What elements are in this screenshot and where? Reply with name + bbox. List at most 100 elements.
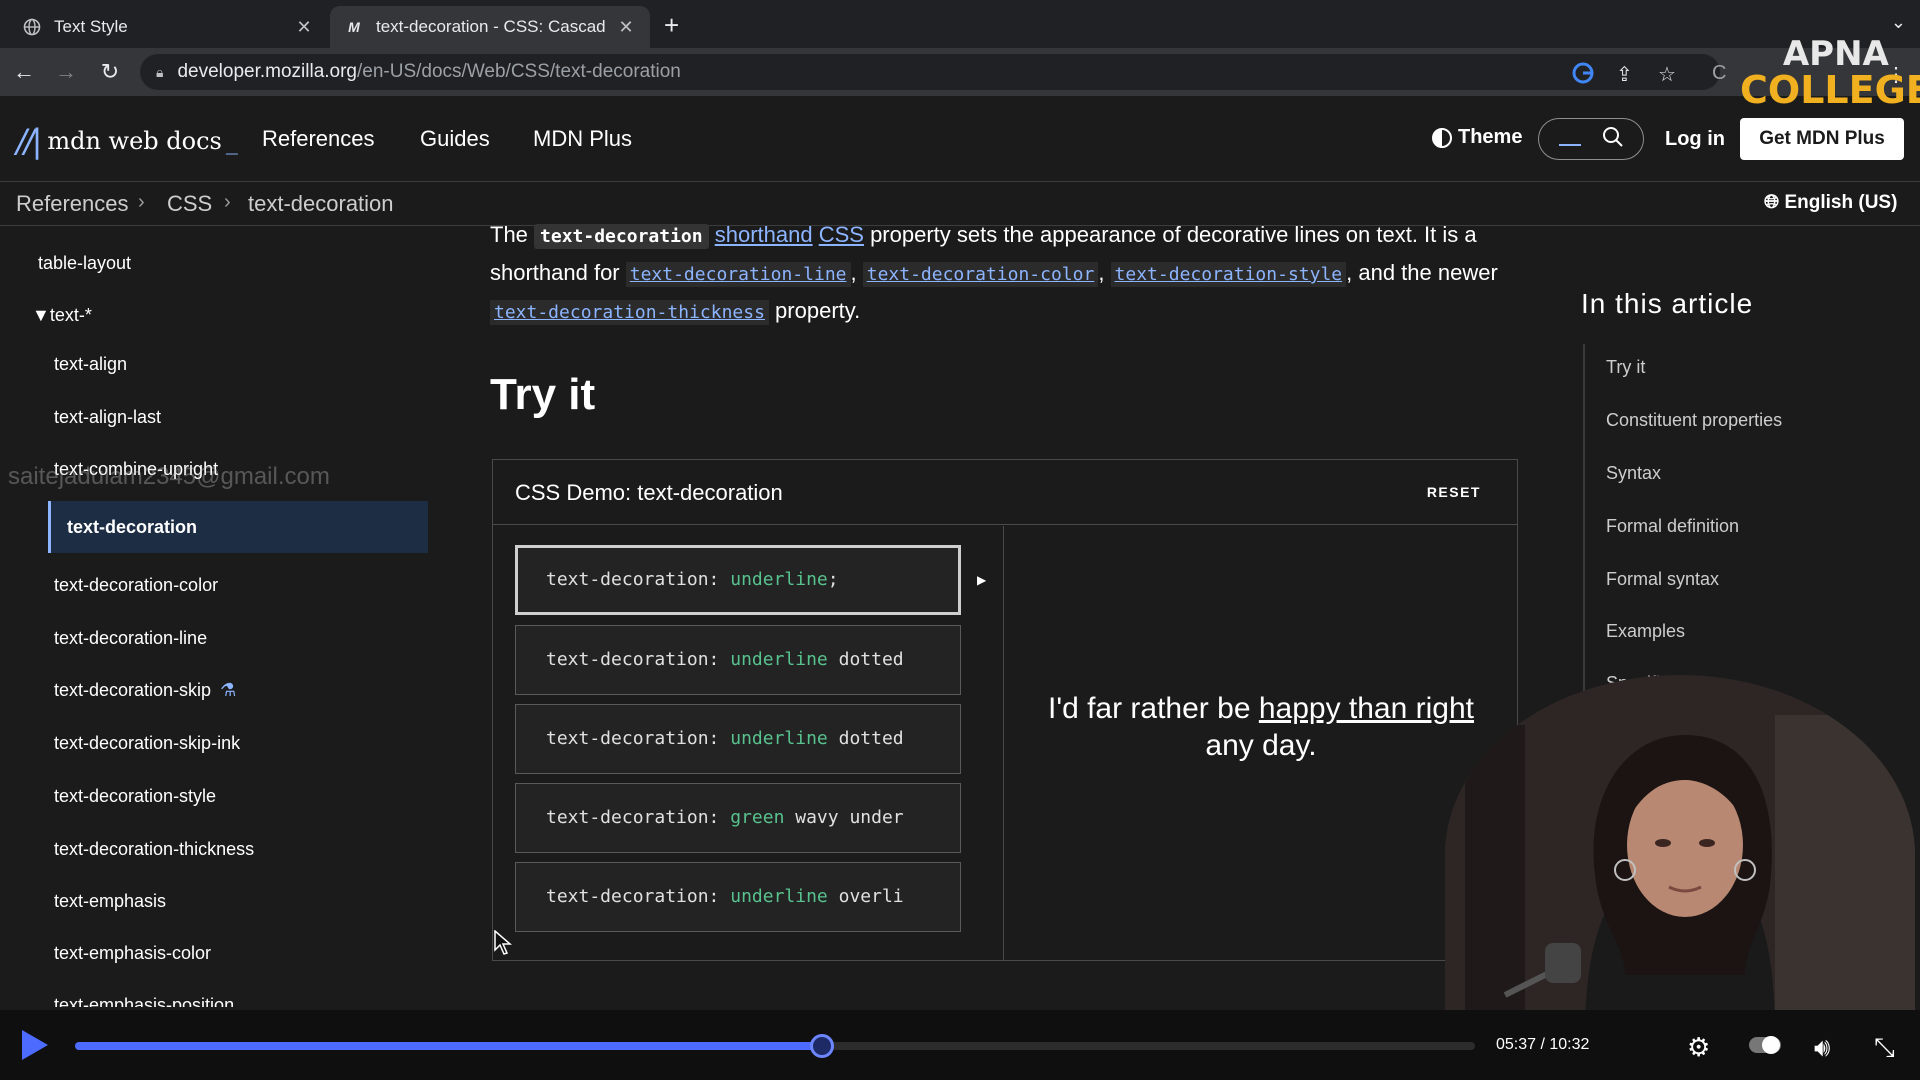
toc-heading: In this article [1581,288,1754,319]
demo-option[interactable]: text-decoration: underline overli [515,862,961,932]
apna-college-logo: APNA COLLEGE [1740,34,1920,112]
link-css[interactable]: CSS [819,222,864,247]
intro-line-2: shorthand for text-decoration-line, text… [490,260,1498,287]
lock-icon: 🔒︎ [156,63,164,80]
globe-icon: 🌐︎ [1764,192,1780,213]
nav-guides[interactable]: Guides [420,126,490,152]
link-text-decoration-color[interactable]: text-decoration-color [862,262,1099,287]
toc-item-constituent-properties[interactable]: Constituent properties [1606,410,1782,431]
sidebar-item-text-decoration-style[interactable]: text-decoration-style [54,786,216,807]
share-icon[interactable]: ⇪ [1616,62,1633,87]
google-icon[interactable] [1572,62,1594,90]
demo-header: CSS Demo: text-decoration RESET [493,460,1517,525]
toc-item-syntax[interactable]: Syntax [1606,463,1661,484]
experimental-flask-icon: ⚗︎ [220,680,237,700]
browser-tab-text-decoration[interactable]: M text-decoration - CSS: Cascad ✕ [330,6,650,48]
demo-title: CSS Demo: text-decoration [515,480,783,505]
new-tab-icon[interactable]: + [664,10,679,41]
toggle-icon[interactable] [1748,1032,1782,1063]
sidebar-group-text[interactable]: ▼text-* [32,305,92,326]
sidebar-item-text-decoration-line[interactable]: text-decoration-line [54,628,207,649]
get-mdn-plus-button[interactable]: Get MDN Plus [1740,118,1904,160]
globe-icon [22,17,42,37]
email-watermark: saitejadulam2345@gmail.com [8,463,330,490]
bookmark-star-icon[interactable]: ☆ [1658,62,1676,87]
breadcrumb-css[interactable]: CSS [167,191,212,217]
toc-item-examples[interactable]: Examples [1606,621,1685,642]
link-text-decoration-line[interactable]: text-decoration-line [625,262,851,287]
link-text-decoration-thickness[interactable]: text-decoration-thickness [490,300,769,325]
video-progress-bar[interactable] [75,1034,1475,1058]
reload-icon[interactable]: ↻ [96,58,124,86]
sidebar-item-text-decoration-color[interactable]: text-decoration-color [54,575,218,596]
browser-tab-bar: Text Style ✕ M text-decoration - CSS: Ca… [0,0,1920,48]
toc-item-formal-definition[interactable]: Formal definition [1606,516,1739,537]
breadcrumb-references[interactable]: References [16,191,129,217]
tab-title: text-decoration - CSS: Cascad [376,17,606,36]
nav-mdn-plus[interactable]: MDN Plus [533,126,632,152]
sidebar-item-text-decoration[interactable]: text-decoration [67,517,197,538]
chevron-down-icon[interactable]: ⌄ [1891,12,1906,33]
url-host: developer.mozilla.org [177,61,357,82]
intro-line-3: text-decoration-thickness property. [490,298,860,325]
exit-fullscreen-icon[interactable]: ⤡ [1874,1032,1895,1064]
language-label: English (US) [1784,192,1898,213]
theme-label: Theme [1458,126,1523,148]
intro-line-1: The text-decoration shorthand CSS proper… [490,222,1477,249]
mdn-logo-icon: //| [16,122,42,160]
language-selector[interactable]: 🌐︎ English (US) [1764,192,1897,214]
toc-rail [1583,344,1585,744]
chevron-right-icon: › [138,191,145,213]
link-shorthand[interactable]: shorthand [715,222,813,247]
play-icon[interactable] [22,1030,48,1060]
video-progress-fill [75,1042,822,1050]
sidebar-item-text-decoration-thickness[interactable]: text-decoration-thickness [54,839,254,860]
login-link[interactable]: Log in [1665,128,1725,151]
sidebar-item-table-layout[interactable]: table-layout [38,253,131,274]
demo-option[interactable]: text-decoration: underline dotted [515,625,961,695]
theme-toggle[interactable]: Theme [1432,126,1522,149]
toc-item-formal-syntax[interactable]: Formal syntax [1606,569,1719,590]
search-input[interactable] [1538,118,1644,160]
breadcrumb: References › CSS › text-decoration 🌐︎ En… [0,182,1920,226]
breadcrumb-current[interactable]: text-decoration [248,191,394,217]
volume-icon[interactable]: 🔊︎ [1814,1032,1830,1064]
extension-icon[interactable]: C [1712,62,1726,85]
address-bar[interactable]: 🔒︎ developer.mozilla.org/en-US/docs/Web/… [140,54,1720,90]
mouse-cursor-icon [494,930,512,955]
link-text-decoration-style[interactable]: text-decoration-style [1110,262,1347,287]
sidebar-item-label: text-decoration-skip [54,680,212,700]
forward-icon[interactable]: → [52,58,80,86]
reset-button[interactable]: RESET [1427,484,1481,500]
close-icon[interactable]: ✕ [616,17,636,38]
sidebar-item-text-align-last[interactable]: text-align-last [54,407,161,428]
settings-gear-icon[interactable]: ⚙︎ [1687,1032,1710,1063]
mdn-icon: M [348,19,360,35]
sidebar-item-text-emphasis[interactable]: text-emphasis [54,891,166,912]
sidebar-item-text-decoration-skip-ink[interactable]: text-decoration-skip-ink [54,733,240,754]
close-icon[interactable]: ✕ [294,17,314,38]
browser-toolbar: ← → ↻ 🔒︎ developer.mozilla.org/en-US/doc… [0,48,1920,96]
code-keyword: text-decoration [534,224,709,249]
back-icon[interactable]: ← [10,58,38,86]
video-time: 05:37 / 10:32 [1496,1036,1590,1053]
browser-tab-text-style[interactable]: Text Style ✕ [8,6,328,48]
demo-divider [1003,526,1004,961]
video-scrubber-handle[interactable] [809,1034,834,1058]
search-icon[interactable] [1601,125,1625,155]
video-controls: 05:37 / 10:32 ⚙︎ 🔊︎ ⤡ [0,1010,1920,1080]
presenter-webcam [1445,675,1915,1035]
nav-references[interactable]: References [262,126,375,152]
sidebar-item-text-decoration-skip[interactable]: text-decoration-skip ⚗︎ [54,680,236,701]
sidebar-item-text-emphasis-color[interactable]: text-emphasis-color [54,943,211,964]
demo-option[interactable]: text-decoration: underline; [515,545,961,615]
try-it-heading: Try it [490,370,596,419]
mdn-logo[interactable]: //| mdn web docs _ [16,122,238,160]
theme-icon [1432,127,1452,148]
sidebar-item-text-align[interactable]: text-align [54,354,127,375]
toc-item-try-it[interactable]: Try it [1606,357,1645,378]
demo-option[interactable]: text-decoration: green wavy under [515,783,961,853]
sidebar-item-text-emphasis-position[interactable]: text-emphasis-position [54,995,234,1007]
demo-option[interactable]: text-decoration: underline dotted [515,704,961,774]
logo-text: mdn web docs [47,127,222,155]
